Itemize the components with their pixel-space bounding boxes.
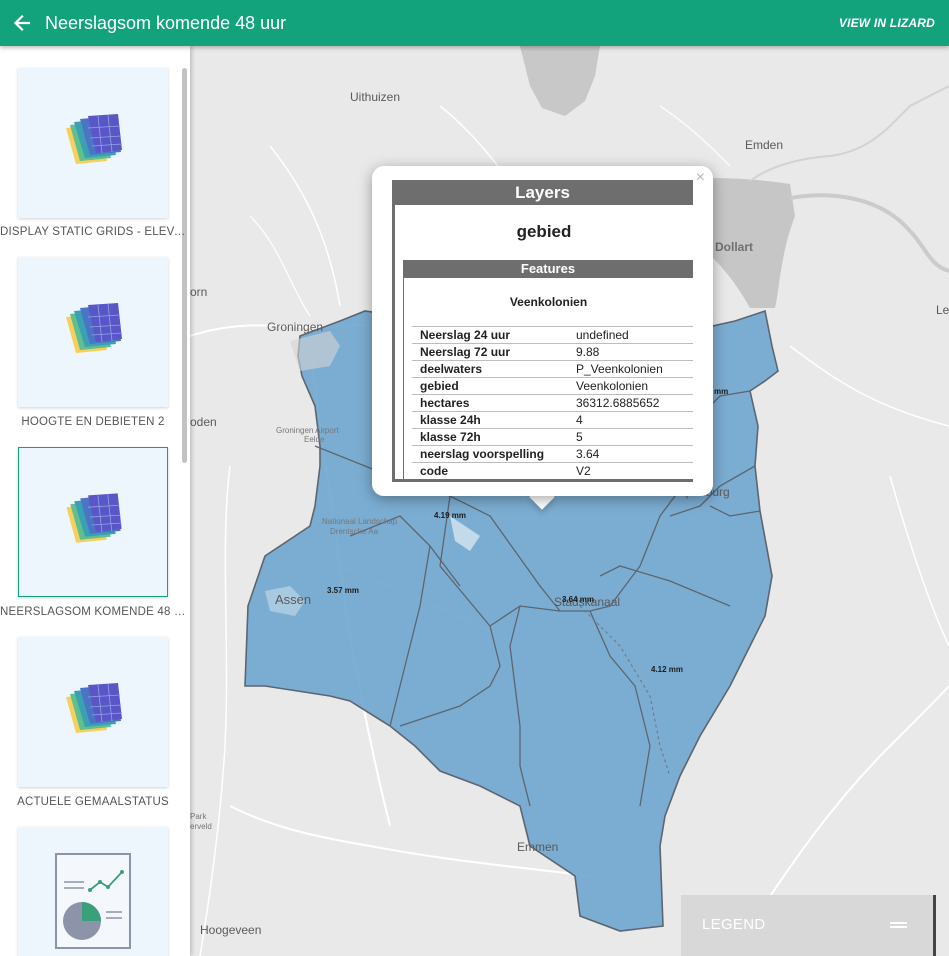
table-row: neerslag voorspelling 3.64 xyxy=(412,445,693,463)
rain-label: 3.57 mm xyxy=(327,586,360,595)
close-icon[interactable]: × xyxy=(696,169,705,187)
attr-value: Veenkolonien xyxy=(568,377,693,395)
place-label: orn xyxy=(190,285,208,299)
place-label: oden xyxy=(190,415,217,429)
raster-layers-icon xyxy=(66,493,122,543)
raster-layers-icon xyxy=(66,683,123,733)
sidebar-item-label: HOOGTE EN DEBIETEN 2 xyxy=(21,416,165,428)
layers-header: Layers xyxy=(392,180,693,205)
table-row: klasse 72h 5 xyxy=(412,428,693,446)
rain-label: mm xyxy=(714,387,729,396)
table-row: hectares 36312.6885652 xyxy=(412,394,693,412)
attr-value: 36312.6885652 xyxy=(568,394,693,412)
attribute-table: Neerslag 24 uur undefined Neerslag 72 uur… xyxy=(412,326,693,480)
attr-key: Neerslag 24 uur xyxy=(412,326,568,344)
place-label: Dollart xyxy=(715,240,754,254)
table-row: Neerslag 24 uur undefined xyxy=(412,326,693,344)
attr-value: V2 xyxy=(568,462,693,480)
table-row: klasse 24h 4 xyxy=(412,411,693,429)
sidebar-item-hoogte-debieten[interactable] xyxy=(18,257,168,407)
place-label: Groningen xyxy=(267,320,324,334)
attr-value: 3.64 xyxy=(568,445,693,463)
attr-key: Neerslag 72 uur xyxy=(412,343,568,361)
attr-value: undefined xyxy=(568,326,693,344)
sidebar-item-gemaalstatus[interactable] xyxy=(18,637,168,787)
attr-key: klasse 72h xyxy=(412,428,568,446)
layer-sidebar[interactable]: DISPLAY STATIC GRIDS - ELEVATION HOOGTE … xyxy=(0,46,190,956)
attr-value: 4 xyxy=(568,411,693,429)
attr-key: klasse 24h xyxy=(412,411,568,429)
rain-label: 3.64 mm xyxy=(562,595,595,604)
attr-key: hectares xyxy=(412,394,568,412)
table-row: Neerslag 72 uur 9.88 xyxy=(412,343,693,361)
layers-body: gebied Features Veenkolonien Neerslag 24… xyxy=(392,205,693,482)
place-label: Uithuizen xyxy=(350,90,401,104)
menu-icon[interactable] xyxy=(890,922,907,928)
report-chart-icon xyxy=(55,853,131,949)
feature-name: Veenkolonien xyxy=(509,295,588,309)
app-header: Neerslagsom komende 48 uur VIEW IN LIZAR… xyxy=(0,0,949,46)
attr-key: deelwaters xyxy=(412,360,568,378)
place-label: Eelde xyxy=(304,435,325,444)
page-title: Neerslagsom komende 48 uur xyxy=(45,12,287,33)
place-label: Emden xyxy=(745,138,784,152)
view-in-lizard-link[interactable]: VIEW IN LIZARD xyxy=(839,16,935,30)
sidebar-item-label: ACTUELE GEMAALSTATUS xyxy=(17,796,169,808)
attr-value: 9.88 xyxy=(568,343,693,361)
table-row: gebied Veenkolonien xyxy=(412,377,693,395)
attr-key: neerslag voorspelling xyxy=(412,445,568,463)
attr-key: code xyxy=(412,462,568,480)
place-label: Groningen Airport xyxy=(276,426,339,435)
place-label: Hoogeveen xyxy=(200,923,262,937)
place-label: Drentsche Aa xyxy=(330,527,379,536)
raster-layers-icon xyxy=(66,303,123,353)
raster-layers-icon xyxy=(66,114,123,164)
sidebar-item-label: DISPLAY STATIC GRIDS - ELEVATION xyxy=(0,226,186,238)
place-label: Le xyxy=(936,303,949,317)
attr-value: 5 xyxy=(568,428,693,446)
arrow-left-icon xyxy=(13,14,31,32)
sidebar-item-label: NEERSLAGSOM KOMENDE 48 UUR xyxy=(0,606,186,618)
place-label: Park xyxy=(190,812,207,821)
attr-key: gebied xyxy=(412,377,568,395)
layer-name: gebied xyxy=(516,222,572,241)
sidebar-item-report[interactable] xyxy=(18,827,168,956)
table-row: code V2 xyxy=(412,462,693,480)
features-header: Features xyxy=(403,260,693,278)
back-button[interactable] xyxy=(2,0,42,46)
legend-label: LEGEND xyxy=(702,916,766,933)
features-body: Veenkolonien Neerslag 24 uur undefined Ne… xyxy=(403,278,693,482)
popup-content[interactable]: Layers gebied Features Veenkolonien Neer… xyxy=(392,180,693,482)
place-label: Nationaal Landschap xyxy=(322,517,398,526)
attr-value: P_Veenkolonien xyxy=(568,360,693,378)
place-label: erveld xyxy=(190,822,212,831)
table-row: deelwaters P_Veenkolonien xyxy=(412,360,693,378)
rain-label: 4.19 mm xyxy=(434,511,467,520)
sidebar-scrollbar[interactable] xyxy=(182,68,187,463)
feature-popup: × Layers gebied Features Veenkolonien Ne… xyxy=(372,166,713,496)
rain-label: 4.12 mm xyxy=(651,665,684,674)
place-label: Emmen xyxy=(517,840,559,854)
place-label: Assen xyxy=(275,592,312,607)
legend-panel[interactable]: LEGEND xyxy=(681,895,936,956)
sidebar-item-neerslagsom[interactable] xyxy=(18,447,168,597)
sidebar-item-static-grids[interactable] xyxy=(18,68,168,218)
